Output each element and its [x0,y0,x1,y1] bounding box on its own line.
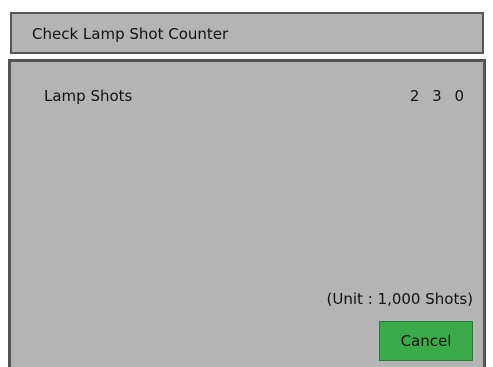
cancel-button[interactable]: Cancel [379,321,473,361]
lamp-shots-value: 2 3 0 [409,87,468,105]
content-panel: Lamp Shots 2 3 0 (Unit : 1,000 Shots) Ca… [8,59,486,367]
dialog-title: Check Lamp Shot Counter [32,25,229,43]
title-bar: Check Lamp Shot Counter [10,12,484,54]
unit-note: (Unit : 1,000 Shots) [326,290,473,308]
lamp-shots-label: Lamp Shots [44,87,133,105]
lamp-shot-counter-screen: Check Lamp Shot Counter Lamp Shots 2 3 0… [0,0,493,367]
